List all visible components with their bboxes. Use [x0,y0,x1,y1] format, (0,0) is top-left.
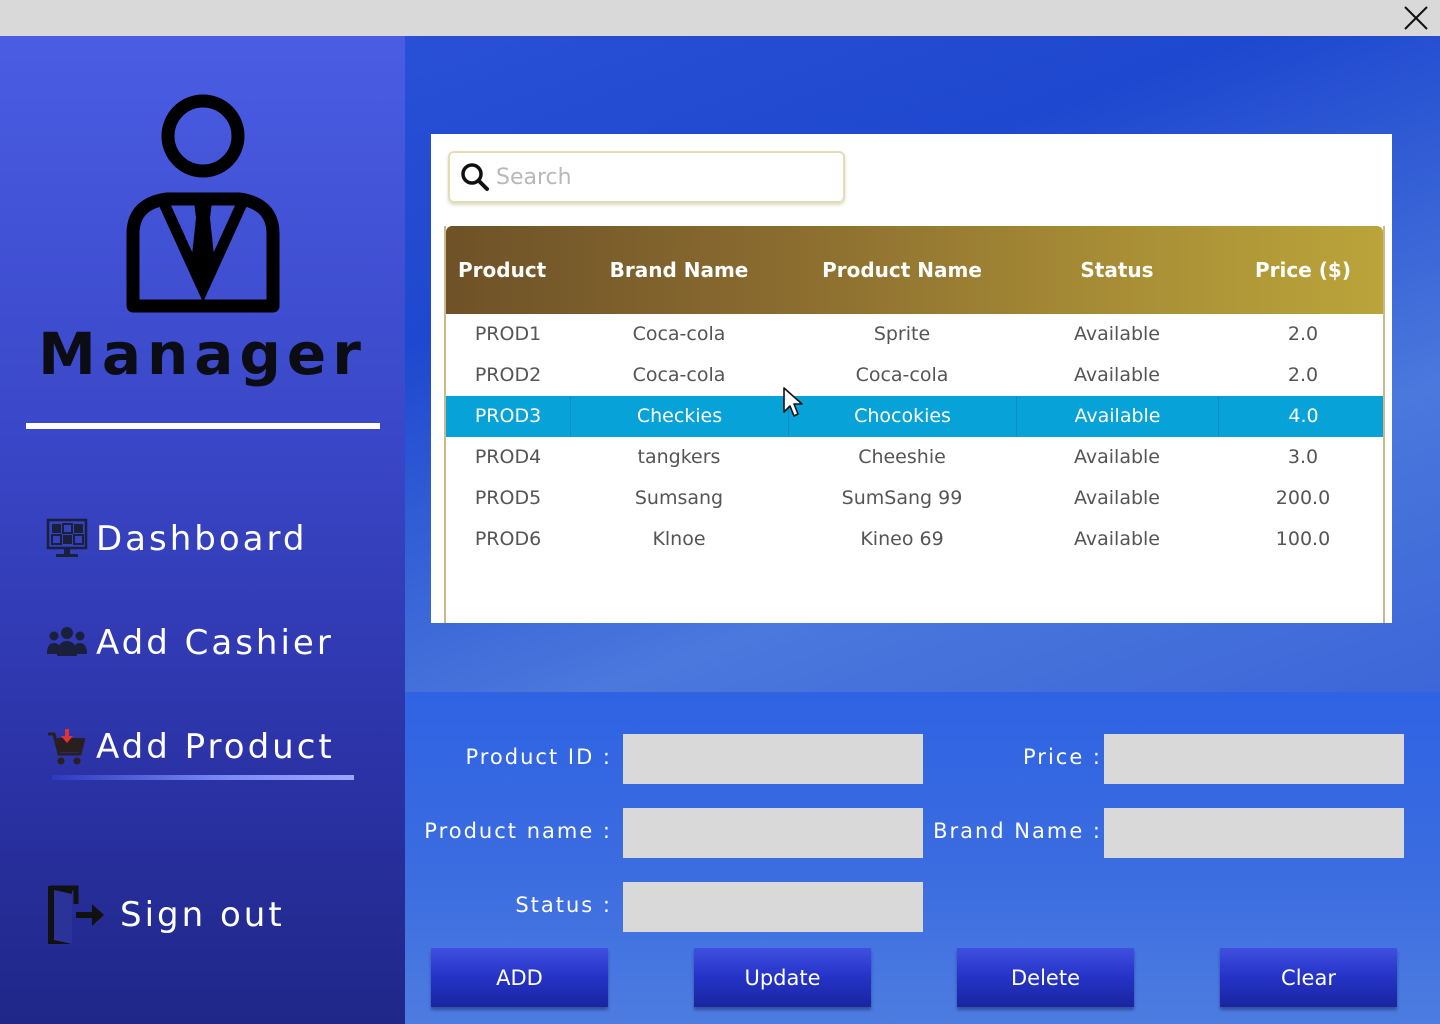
title-bar [0,0,1440,36]
divider [26,423,380,429]
sidebar-item-add-cashier[interactable]: Add Cashier [46,622,334,664]
cell-brand-name: Sumsang [634,487,724,509]
close-icon [1404,6,1428,30]
dashboard-icon [46,518,88,560]
sidebar-item-label: Dashboard [96,519,308,559]
table-body: PROD1 Coca-cola Sprite Available 2.0 PRO… [446,314,1383,560]
sidebar-item-label: Add Cashier [96,623,334,663]
cell-status: Available [1073,528,1160,550]
close-button[interactable] [1402,4,1430,32]
product-table: Product ID Brand Name Product Name Statu… [444,226,1385,623]
sign-out-label: Sign out [120,895,285,935]
sidebar-item-add-product[interactable]: Add Product [46,726,335,768]
table-row[interactable]: PROD5 Sumsang SumSang 99 Available 200.0 [446,478,1383,519]
price-field[interactable] [1104,734,1404,784]
cart-icon [46,726,88,768]
role-title: Manager [38,320,367,388]
cell-product-name: Sprite [873,323,931,345]
add-button[interactable]: ADD [431,948,608,1007]
cell-product-name: Coca-cola [855,364,949,386]
cell-product-name: SumSang 99 [841,487,963,509]
table-header: Product ID Brand Name Product Name Statu… [446,226,1383,370]
product-id-field[interactable] [623,734,923,784]
cell-status: Available [1073,487,1160,509]
cell-status: Available [1016,396,1218,437]
sidebar-item-dashboard[interactable]: Dashboard [46,518,307,560]
cell-status: Available [1073,323,1160,345]
column-header-price[interactable]: Price ($) [1218,226,1388,314]
users-icon [46,622,88,664]
search-input[interactable] [496,164,816,190]
active-indicator [52,775,354,780]
delete-button[interactable]: Delete [957,948,1134,1007]
update-button[interactable]: Update [694,948,871,1007]
cell-product-id: PROD1 [474,323,542,345]
product-name-label: Product name : [424,819,612,843]
table-row-selected[interactable]: PROD3 Checkies Chocokies Available 4.0 [446,396,1383,437]
cell-price: 200.0 [1275,487,1331,509]
cell-product-id: PROD2 [474,364,542,386]
search-icon [461,163,489,191]
brand-name-label: Brand Name : [933,819,1102,843]
brand-name-field[interactable] [1104,808,1404,858]
cell-product-name: Chocokies [788,396,1016,437]
cell-product-id: PROD5 [474,487,542,509]
cell-price: 2.0 [1287,364,1319,386]
status-label: Status : [515,893,612,917]
cell-product-id: PROD6 [474,528,542,550]
column-header-brand-name[interactable]: Brand Name [570,226,788,314]
manager-avatar-icon [126,94,280,313]
table-row[interactable]: PROD1 Coca-cola Sprite Available 2.0 [446,314,1383,355]
status-field[interactable] [623,882,923,932]
cell-product-id: PROD4 [474,446,542,468]
cell-brand-name: Coca-cola [632,323,726,345]
sign-out-button[interactable]: Sign out [46,884,285,946]
sidebar-item-label: Add Product [96,727,335,767]
cell-product-name: Kineo 69 [860,528,944,550]
product-name-field[interactable] [623,808,923,858]
table-row[interactable]: PROD6 Klnoe Kineo 69 Available 100.0 [446,519,1383,560]
sign-out-icon [46,884,108,946]
column-header-status[interactable]: Status [1016,226,1218,314]
price-label: Price : [1023,745,1102,769]
cell-brand-name: tangkers [637,446,721,468]
cell-status: Available [1073,364,1160,386]
cell-product-name: Cheeshie [858,446,946,468]
cell-price: 3.0 [1287,446,1319,468]
cell-brand-name: Coca-cola [632,364,726,386]
cell-brand-name: Klnoe [652,528,706,550]
clear-button[interactable]: Clear [1220,948,1397,1007]
cell-price: 4.0 [1218,396,1388,437]
search-box[interactable] [448,151,845,203]
product-table-panel: Product ID Brand Name Product Name Statu… [431,134,1392,623]
product-id-label: Product ID : [465,745,612,769]
column-header-product-name[interactable]: Product Name [788,226,1016,314]
table-row[interactable]: PROD2 Coca-cola Coca-cola Available 2.0 [446,355,1383,396]
column-header-product-id[interactable]: Product ID [446,226,570,370]
cell-brand-name: Checkies [570,396,788,437]
cell-product-id: PROD3 [474,405,542,427]
cell-price: 100.0 [1275,528,1331,550]
cell-status: Available [1073,446,1160,468]
cell-price: 2.0 [1287,323,1319,345]
table-row[interactable]: PROD4 tangkers Cheeshie Available 3.0 [446,437,1383,478]
